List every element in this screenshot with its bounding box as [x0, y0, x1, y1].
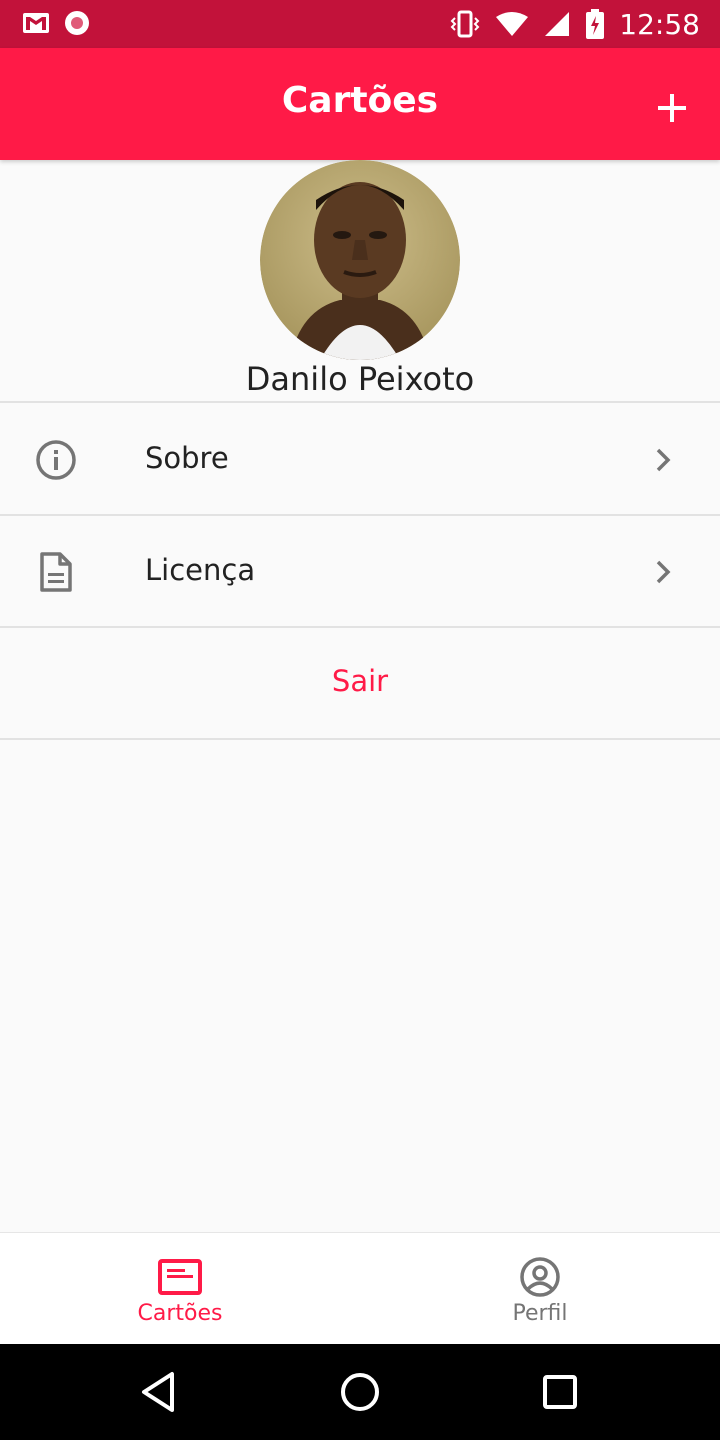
menu-item-label: Sobre	[145, 441, 229, 475]
chevron-right-icon	[652, 557, 676, 587]
wifi-icon	[496, 12, 529, 36]
system-status-icons: 12:58	[449, 6, 700, 42]
divider	[0, 738, 720, 740]
clock: 12:58	[619, 7, 700, 41]
menu-item-license[interactable]: Licença	[0, 515, 720, 625]
vibrate-icon	[450, 10, 480, 38]
menu-item-label: Licença	[145, 553, 256, 587]
page-title: Cartões	[281, 80, 439, 121]
document-icon	[34, 550, 78, 594]
battery-charging-icon	[586, 9, 605, 39]
chevron-right-icon	[652, 445, 676, 475]
tab-cards[interactable]: Cartões	[0, 1233, 360, 1345]
tab-profile[interactable]: Perfil	[360, 1233, 720, 1345]
account-circle-icon	[518, 1255, 562, 1299]
logout-label: Sair	[331, 664, 389, 698]
back-button[interactable]	[136, 1368, 184, 1416]
logout-button[interactable]: Sair	[0, 628, 720, 738]
info-icon	[34, 438, 78, 482]
system-navigation-bar	[0, 1344, 720, 1440]
record-icon	[65, 11, 89, 35]
home-button[interactable]	[336, 1368, 384, 1416]
user-name: Danilo Peixoto	[245, 360, 475, 398]
status-bar: 12:58	[0, 0, 720, 48]
add-card-button[interactable]	[648, 84, 696, 132]
notification-icons	[22, 10, 90, 36]
gmail-icon	[23, 13, 49, 33]
signal-icon	[545, 12, 570, 36]
app-bar: Cartões	[0, 48, 720, 160]
card-icon	[158, 1255, 202, 1299]
recents-button[interactable]	[536, 1368, 584, 1416]
bottom-navigation: Cartões Perfil	[0, 1232, 720, 1344]
tab-label: Perfil	[512, 1301, 568, 1326]
plus-icon	[658, 94, 686, 122]
tab-label: Cartões	[137, 1301, 223, 1326]
back-icon	[142, 1372, 174, 1412]
avatar	[260, 160, 460, 360]
recents-icon	[543, 1375, 577, 1409]
menu-item-about[interactable]: Sobre	[0, 403, 720, 513]
home-icon	[341, 1373, 379, 1411]
